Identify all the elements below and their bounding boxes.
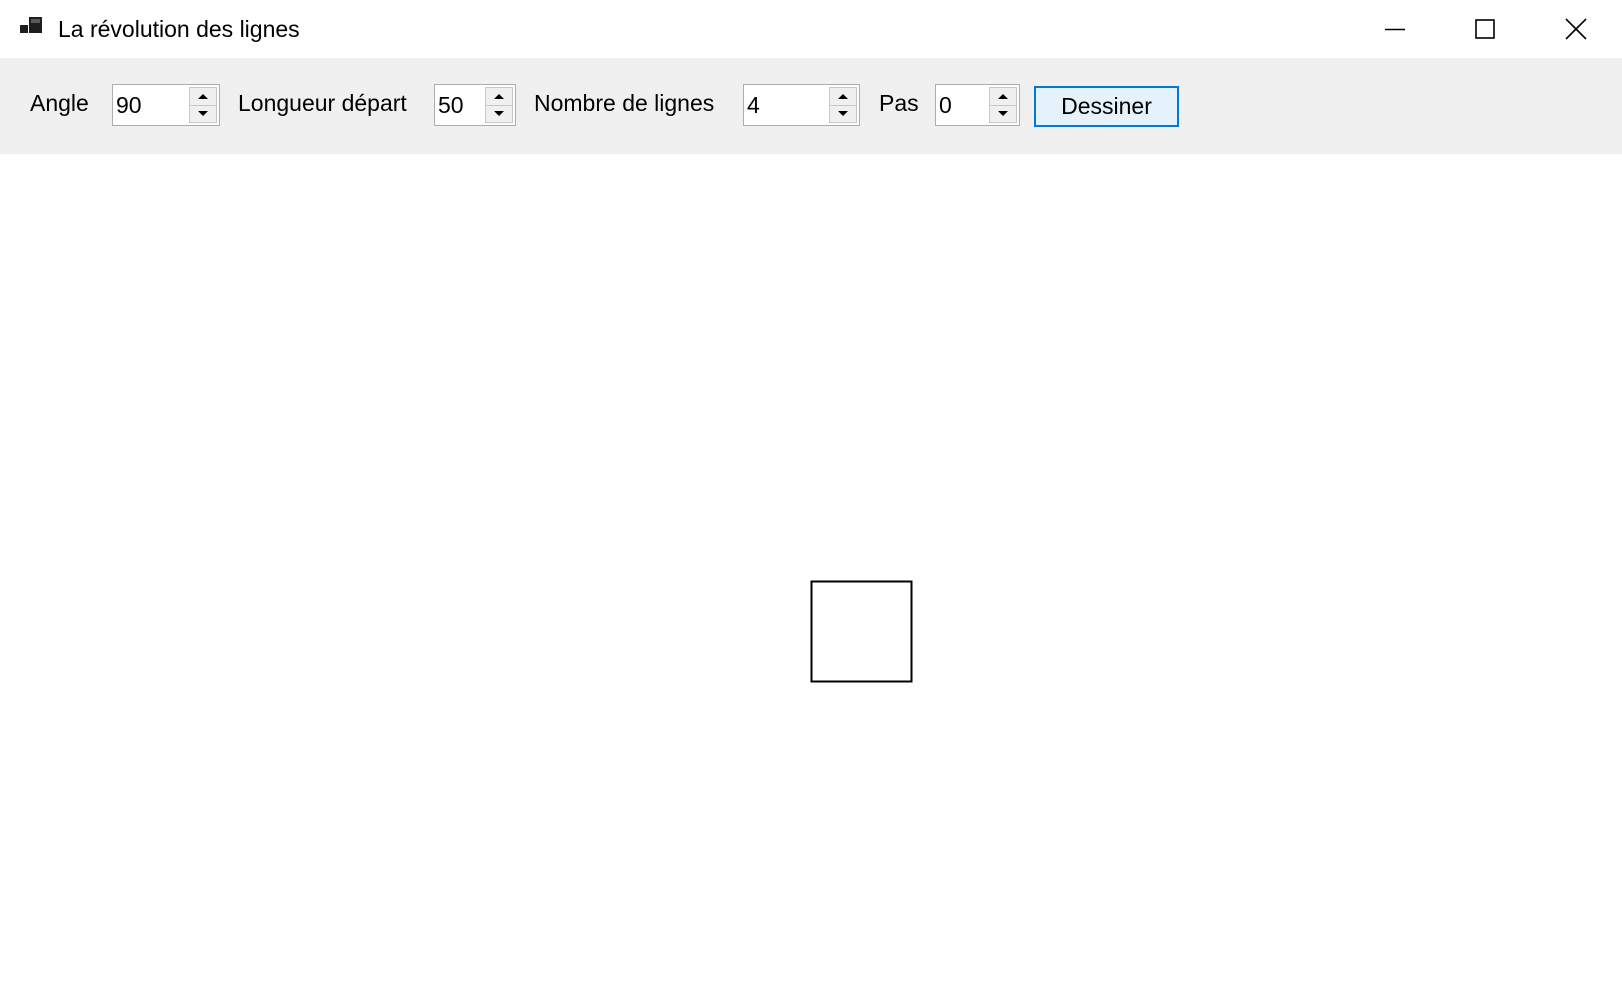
start-length-label: Longueur départ: [238, 90, 407, 116]
line-count-spin-buttons: [829, 87, 857, 123]
step-input[interactable]: [939, 85, 987, 125]
angle-spin-buttons: [189, 87, 217, 123]
arrow-down-icon: [838, 111, 848, 117]
line-count-decrement-button[interactable]: [829, 104, 857, 123]
close-icon: [1565, 18, 1587, 40]
close-button[interactable]: [1530, 0, 1622, 58]
start-length-increment-button[interactable]: [485, 87, 513, 105]
step-label: Pas: [879, 90, 919, 116]
arrow-up-icon: [494, 93, 504, 99]
line-count-spinner[interactable]: [743, 84, 860, 126]
start-length-spinner[interactable]: [434, 84, 516, 126]
arrow-up-icon: [198, 93, 208, 99]
drawn-square: [810, 580, 913, 683]
angle-input[interactable]: [116, 85, 186, 125]
step-decrement-button[interactable]: [989, 104, 1017, 123]
angle-decrement-button[interactable]: [189, 104, 217, 123]
arrow-up-icon: [998, 93, 1008, 99]
step-spinner[interactable]: [935, 84, 1020, 126]
maximize-icon: [1475, 19, 1495, 39]
draw-button[interactable]: Dessiner: [1034, 86, 1179, 127]
angle-increment-button[interactable]: [189, 87, 217, 105]
parameters-toolbar: Angle Longueur départ Nombre de lignes: [0, 58, 1622, 154]
minimize-button[interactable]: [1350, 0, 1440, 58]
start-length-input[interactable]: [438, 85, 484, 125]
arrow-up-icon: [838, 93, 848, 99]
line-count-increment-button[interactable]: [829, 87, 857, 105]
title-bar[interactable]: La révolution des lignes: [0, 0, 1622, 58]
line-count-label: Nombre de lignes: [534, 90, 715, 116]
line-count-input[interactable]: [747, 85, 827, 125]
step-increment-button[interactable]: [989, 87, 1017, 105]
app-window: La révolution des lignes Angle 90 Longue…: [0, 0, 1622, 1006]
step-spin-buttons: [989, 87, 1017, 123]
angle-label: Angle: [30, 90, 89, 116]
drawing-canvas[interactable]: [0, 154, 1622, 1006]
maximize-button[interactable]: [1440, 0, 1530, 58]
window-title: La révolution des lignes: [58, 16, 300, 42]
app-window-icon: [20, 17, 42, 37]
start-length-spin-buttons: [485, 87, 513, 123]
angle-spinner[interactable]: [112, 84, 220, 126]
arrow-down-icon: [198, 111, 208, 117]
minimize-icon: [1385, 19, 1405, 39]
drawing-surface: [810, 580, 913, 683]
start-length-decrement-button[interactable]: [485, 104, 513, 123]
arrow-down-icon: [494, 111, 504, 117]
arrow-down-icon: [998, 111, 1008, 117]
